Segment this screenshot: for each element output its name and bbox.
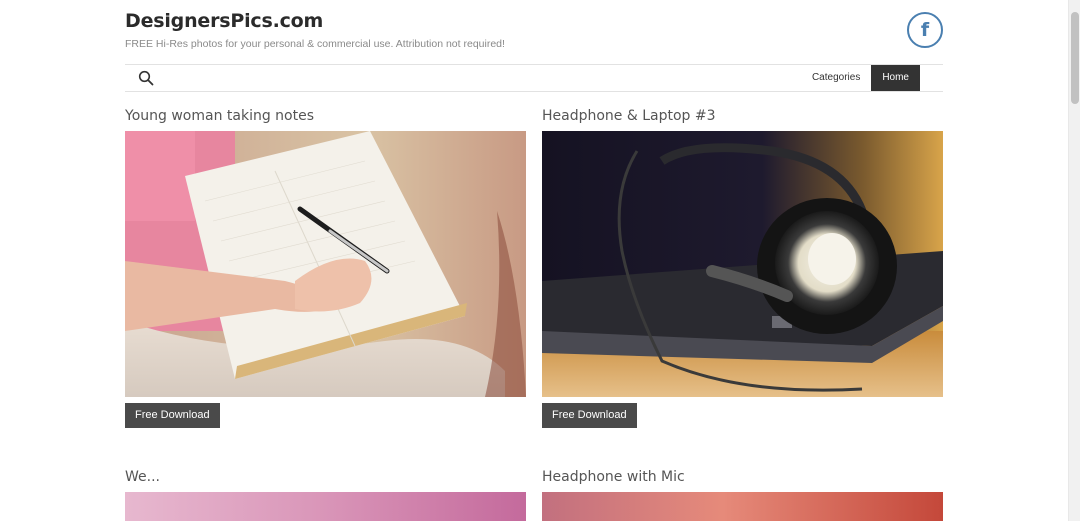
facebook-button[interactable]: f (907, 12, 943, 48)
post-title[interactable]: Headphone with Mic (542, 469, 943, 485)
post-title[interactable]: We... (125, 469, 526, 485)
nav-bar: Categories Home (125, 64, 943, 92)
nav-menu: Categories Home (801, 65, 920, 91)
post-image-pink[interactable] (125, 492, 526, 521)
post-title[interactable]: Headphone & Laptop #3 (542, 108, 943, 124)
search-icon[interactable] (138, 70, 154, 86)
nav-item-home[interactable]: Home (871, 65, 920, 91)
post-card: Headphone with Mic (542, 469, 943, 521)
post-card: Young woman taking notes Free Download (125, 108, 526, 428)
scrollbar-thumb[interactable] (1071, 12, 1079, 104)
post-card: Headphone & Laptop #3 Free Download (542, 108, 943, 428)
post-card: We... (125, 469, 526, 521)
free-download-button[interactable]: Free Download (125, 403, 220, 428)
post-title[interactable]: Young woman taking notes (125, 108, 526, 124)
site-header: DesignersPics.com FREE Hi-Res photos for… (125, 0, 943, 64)
post-image-woman-notes[interactable] (125, 131, 526, 397)
facebook-icon: f (920, 18, 930, 41)
site-title[interactable]: DesignersPics.com (125, 10, 323, 32)
site-tagline: FREE Hi-Res photos for your personal & c… (125, 38, 505, 50)
page-container: DesignersPics.com FREE Hi-Res photos for… (125, 0, 943, 521)
post-image-headphone-laptop[interactable] (542, 131, 943, 397)
nav-item-categories[interactable]: Categories (801, 65, 871, 91)
post-image-headphone-mic[interactable] (542, 492, 943, 521)
page-scrollbar[interactable] (1068, 0, 1080, 521)
free-download-button[interactable]: Free Download (542, 403, 637, 428)
